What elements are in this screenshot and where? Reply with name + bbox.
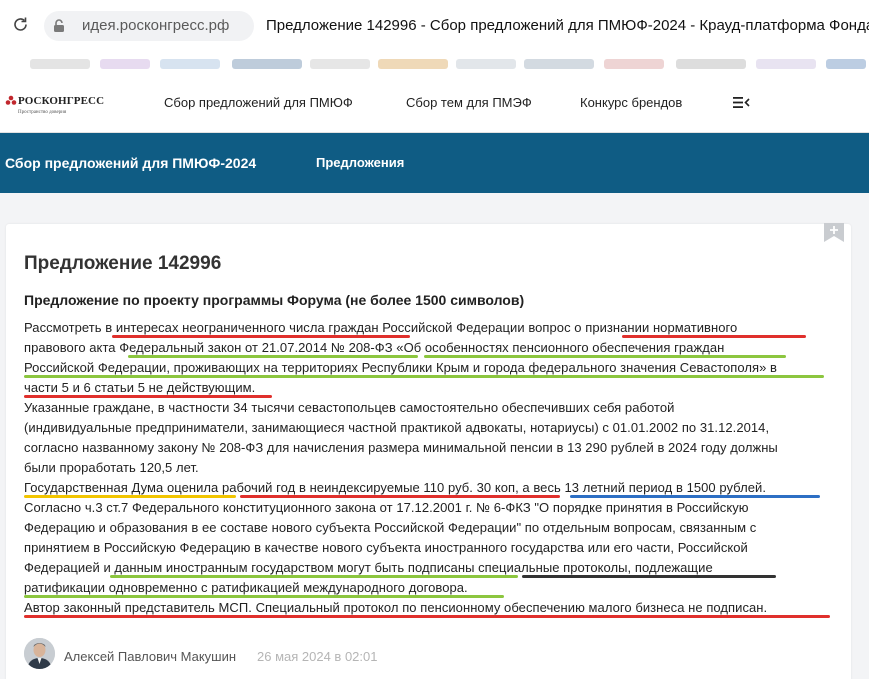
browser-address-bar: идея.росконгресс.рф Предложение 142996 -… xyxy=(0,0,869,46)
nav-item-pmef[interactable]: Сбор тем для ПМЭФ xyxy=(406,95,532,110)
red-underline xyxy=(24,395,272,398)
bookmark-item[interactable] xyxy=(100,59,150,69)
roscongress-logo-icon[interactable] xyxy=(5,95,17,107)
reload-icon[interactable] xyxy=(12,16,29,33)
green-underline xyxy=(424,355,786,358)
bookmark-item[interactable] xyxy=(676,59,746,69)
red-underline xyxy=(24,615,830,618)
proposal-section-title: Предложение по проекту программы Форума … xyxy=(24,292,525,308)
tab-proposals[interactable]: Предложения xyxy=(316,155,404,170)
collapse-menu-icon[interactable] xyxy=(733,96,750,109)
bookmark-item[interactable] xyxy=(160,59,220,69)
proposal-line: Указанные граждане, в частности 34 тысяч… xyxy=(24,400,675,415)
proposal-line: принятием в Российскую Федерацию в качес… xyxy=(24,540,748,555)
bookmark-item[interactable] xyxy=(756,59,816,69)
bookmarks-bar xyxy=(0,46,869,76)
bookmark-item[interactable] xyxy=(826,59,866,69)
section-header-bar: Сбор предложений для ПМЮФ-2024 Предложен… xyxy=(0,133,869,193)
yellow-underline xyxy=(24,495,236,498)
green-underline xyxy=(128,355,418,358)
avatar[interactable] xyxy=(24,638,55,669)
proposal-title: Предложение 142996 xyxy=(24,253,222,274)
proposal-line: Согласно ч.3 ст.7 Федерального конституц… xyxy=(24,500,749,515)
nav-item-brands[interactable]: Конкурс брендов xyxy=(580,95,682,110)
dark-underline xyxy=(522,575,776,578)
green-underline xyxy=(24,375,824,378)
bookmark-item[interactable] xyxy=(232,59,302,69)
add-bookmark-icon[interactable] xyxy=(824,223,844,242)
red-underline xyxy=(112,335,410,338)
section-title[interactable]: Сбор предложений для ПМЮФ-2024 xyxy=(5,155,256,171)
red-underline xyxy=(240,495,560,498)
proposal-line: согласно названному закону № 208-ФЗ для … xyxy=(24,440,778,455)
proposal-line: (индивидуальные предприниматели, занимаю… xyxy=(24,420,770,435)
page-tab-title: Предложение 142996 - Сбор предложений дл… xyxy=(266,17,869,34)
red-underline xyxy=(622,335,806,338)
author-date: 26 мая 2024 в 02:01 xyxy=(257,649,378,664)
site-header: РОСКОНГРЕСС Пространство доверия Сбор пр… xyxy=(0,76,869,133)
logo-subtitle: Пространство доверия xyxy=(18,110,67,115)
blue-underline xyxy=(570,495,820,498)
bookmark-item[interactable] xyxy=(604,59,664,69)
bookmark-item[interactable] xyxy=(524,59,594,69)
nav-item-pmyuf[interactable]: Сбор предложений для ПМЮФ xyxy=(164,95,353,110)
bookmark-item[interactable] xyxy=(30,59,90,69)
proposal-line: были проработать 120,5 лет. xyxy=(24,460,199,475)
bookmark-item[interactable] xyxy=(456,59,516,69)
url-text[interactable]: идея.росконгресс.рф xyxy=(82,17,229,34)
logo-text[interactable]: РОСКОНГРЕСС xyxy=(18,95,104,107)
green-underline xyxy=(110,575,518,578)
green-underline xyxy=(24,595,504,598)
lock-icon[interactable] xyxy=(51,18,67,34)
author-name[interactable]: Алексей Павлович Макушин xyxy=(64,649,236,664)
bookmark-item[interactable] xyxy=(310,59,370,69)
bookmark-item[interactable] xyxy=(378,59,448,69)
user-photo-icon xyxy=(24,638,55,669)
proposal-line: Федерацию и образования в ее составе нов… xyxy=(24,520,757,535)
